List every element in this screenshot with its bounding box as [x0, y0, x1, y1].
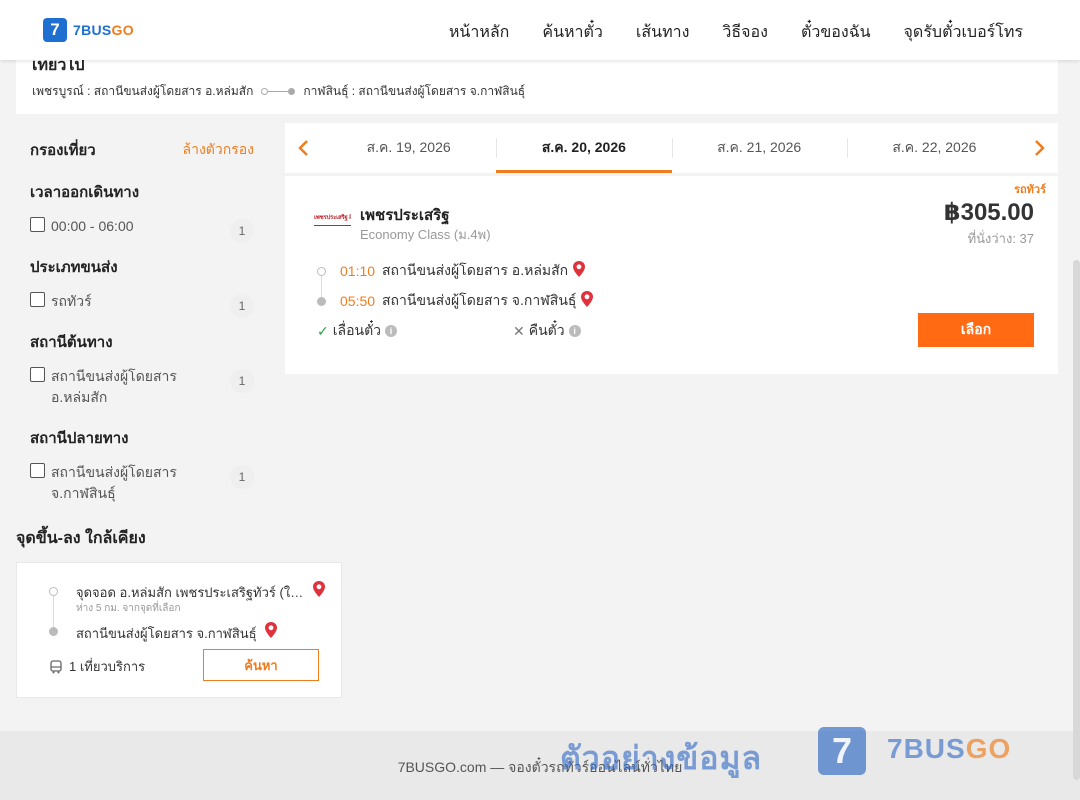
filter-option-label: รถทัวร์ — [51, 293, 92, 309]
refund-policy: ✕ คืนตั๋ว i — [513, 320, 581, 342]
filter-group-transport-type: ประเภทขนส่ง — [30, 259, 118, 276]
filter-option-origin[interactable]: สถานีขนส่งผู้โดยสาร อ.หล่มสัก 1 — [30, 366, 254, 408]
trip-origin: เพชรบูรณ์ : สถานีขนส่งผู้โดยสาร อ.หล่มสั… — [32, 84, 254, 98]
filter-group-destination: สถานีปลายทาง — [30, 430, 129, 447]
trip-title: เที่ยวไป — [32, 57, 85, 74]
operator-logo: เพชรประเสริฐ PHETPRASERT — [314, 214, 351, 226]
route-connector-icon — [261, 88, 296, 95]
nearby-stops-card: จุดจอด อ.หล่มสัก เพชรประเสริฐทัวร์ (ใกล้… — [16, 562, 342, 698]
departure-dot-icon — [317, 266, 326, 276]
trip-route: เพชรบูรณ์ : สถานีขนส่งผู้โดยสาร อ.หล่มสั… — [32, 82, 1042, 101]
filter-option-label: 00:00 - 06:00 — [51, 218, 134, 234]
checkbox[interactable] — [30, 463, 45, 478]
refund-label: คืนตั๋ว — [528, 322, 565, 338]
nav-search-ticket[interactable]: ค้นหาตั๋ว — [542, 20, 603, 45]
departure-time: 01:10 — [340, 263, 376, 279]
stop-dot-icon — [49, 587, 58, 596]
watermark-brand: 7BUSGO — [887, 733, 1012, 764]
service-count-label: 1 เที่ยวบริการ — [69, 659, 146, 674]
filter-title: กรองเที่ยว — [30, 142, 96, 159]
filter-count: 1 — [230, 219, 254, 243]
trip-stops: 01:10 สถานีขนส่งผู้โดยสาร อ.หล่มสัก 05:5… — [317, 256, 594, 316]
page-scrollbar[interactable] — [1073, 260, 1080, 780]
trip-destination: กาฬสินธุ์ : สถานีขนส่งผู้โดยสาร จ.กาฬสิน… — [303, 84, 526, 98]
top-header: 7 7BUSGO หน้าหลัก ค้นหาตั๋ว เส้นทาง วิธี… — [0, 0, 1080, 60]
filter-count: 1 — [230, 465, 254, 489]
trip-summary: เที่ยวไป เพชรบูรณ์ : สถานีขนส่งผู้โดยสาร… — [16, 57, 1058, 114]
nearby-stop-destination: สถานีขนส่งผู้โดยสาร จ.กาฬสินธุ์ — [76, 626, 257, 641]
prev-date-arrow-icon[interactable] — [285, 139, 321, 157]
stop-dot-icon — [49, 627, 58, 636]
date-tab[interactable]: ส.ค. 22, 2026 — [846, 123, 1022, 173]
info-icon[interactable]: i — [385, 325, 398, 337]
map-pin-icon[interactable] — [580, 290, 594, 313]
nav-routes[interactable]: เส้นทาง — [636, 20, 690, 45]
filter-group-departure-time: เวลาออกเดินทาง — [30, 184, 140, 201]
logo-mark: 7 — [43, 18, 67, 42]
date-tab[interactable]: ส.ค. 21, 2026 — [671, 123, 847, 173]
next-date-arrow-icon[interactable] — [1022, 139, 1058, 157]
date-tab-active[interactable]: ส.ค. 20, 2026 — [496, 123, 672, 173]
transport-badge: รถทัวร์ — [1014, 184, 1046, 196]
nearby-stop-origin: จุดจอด อ.หล่มสัก เพชรประเสริฐทัวร์ (ใกล้… — [76, 585, 304, 600]
nav-ticket-points[interactable]: จุดรับตั๋วเบอร์โทร — [904, 20, 1023, 45]
filter-count: 1 — [230, 369, 254, 393]
arrival-dot-icon — [317, 296, 326, 306]
arrival-stop: 05:50 สถานีขนส่งผู้โดยสาร จ.กาฬสินธุ์ — [317, 286, 594, 316]
filter-group-origin: สถานีต้นทาง — [30, 334, 113, 351]
service-count: 1 เที่ยวบริการ — [49, 656, 145, 677]
watermark-text: ตัวอย่างข้อมูล — [560, 740, 763, 776]
arrival-station: สถานีขนส่งผู้โดยสาร จ.กาฬสินธุ์ — [382, 292, 577, 308]
checkbox[interactable] — [30, 217, 45, 232]
nav-how-to-book[interactable]: วิธีจอง — [722, 20, 768, 45]
filter-option-transport[interactable]: รถทัวร์ 1 — [30, 291, 254, 318]
checkbox[interactable] — [30, 367, 45, 382]
filter-option-label: สถานีขนส่งผู้โดยสาร อ.หล่มสัก — [51, 368, 177, 405]
map-pin-icon[interactable] — [572, 260, 586, 283]
map-pin-icon[interactable] — [264, 621, 278, 644]
bus-icon — [49, 659, 63, 674]
seat-class: Economy Class (ม.4พ) — [360, 227, 491, 242]
date-selector: ส.ค. 19, 2026 ส.ค. 20, 2026 ส.ค. 21, 202… — [285, 123, 1058, 173]
nearby-stop-distance: ห่าง 5 กม. จากจุดที่เลือก — [76, 603, 181, 614]
main-nav: หน้าหลัก ค้นหาตั๋ว เส้นทาง วิธีจอง ตั๋วข… — [449, 20, 1023, 45]
filter-option-time[interactable]: 00:00 - 06:00 1 — [30, 216, 254, 243]
watermark-logo: 7 — [818, 727, 866, 775]
nav-home[interactable]: หน้าหลัก — [449, 20, 510, 45]
departure-station: สถานีขนส่งผู้โดยสาร อ.หล่มสัก — [382, 262, 569, 278]
nearby-stops-title: จุดขึ้น-ลง ใกล้เคียง — [16, 530, 146, 547]
logo-text: 7BUSGO — [73, 22, 134, 38]
seats-available: ที่นั่งว่าง: 37 — [967, 231, 1034, 246]
nearby-search-button[interactable]: ค้นหา — [203, 649, 319, 681]
cross-icon: ✕ — [513, 322, 525, 339]
reschedule-label: เลื่อนตั๋ว — [332, 322, 382, 338]
arrival-time: 05:50 — [340, 293, 376, 309]
filter-count: 1 — [230, 294, 254, 318]
date-tab[interactable]: ส.ค. 19, 2026 — [321, 123, 496, 173]
site-logo[interactable]: 7 7BUSGO — [43, 18, 134, 42]
nav-my-tickets[interactable]: ตั๋วของฉัน — [801, 20, 871, 45]
filter-panel: กรองเที่ยว ล้างตัวกรอง เวลาออกเดินทาง 00… — [30, 138, 254, 504]
ticket-price: ฿305.00 — [943, 199, 1034, 226]
filter-option-label: สถานีขนส่งผู้โดยสาร จ.กาฬสินธุ์ — [51, 464, 177, 501]
select-trip-button[interactable]: เลือก — [918, 313, 1034, 347]
checkbox[interactable] — [30, 292, 45, 307]
map-pin-icon[interactable] — [312, 580, 326, 603]
trip-result-card: รถทัวร์ เพชรประเสริฐ PHETPRASERT เพชรประ… — [285, 176, 1058, 374]
filter-option-destination[interactable]: สถานีขนส่งผู้โดยสาร จ.กาฬสินธุ์ 1 — [30, 462, 254, 504]
departure-stop: 01:10 สถานีขนส่งผู้โดยสาร อ.หล่มสัก — [317, 256, 594, 298]
clear-filters-link[interactable]: ล้างตัวกรอง — [183, 139, 254, 161]
check-icon: ✓ — [317, 322, 329, 339]
reschedule-policy: ✓ เลื่อนตั๋ว i — [317, 320, 398, 342]
info-icon[interactable]: i — [568, 325, 581, 337]
